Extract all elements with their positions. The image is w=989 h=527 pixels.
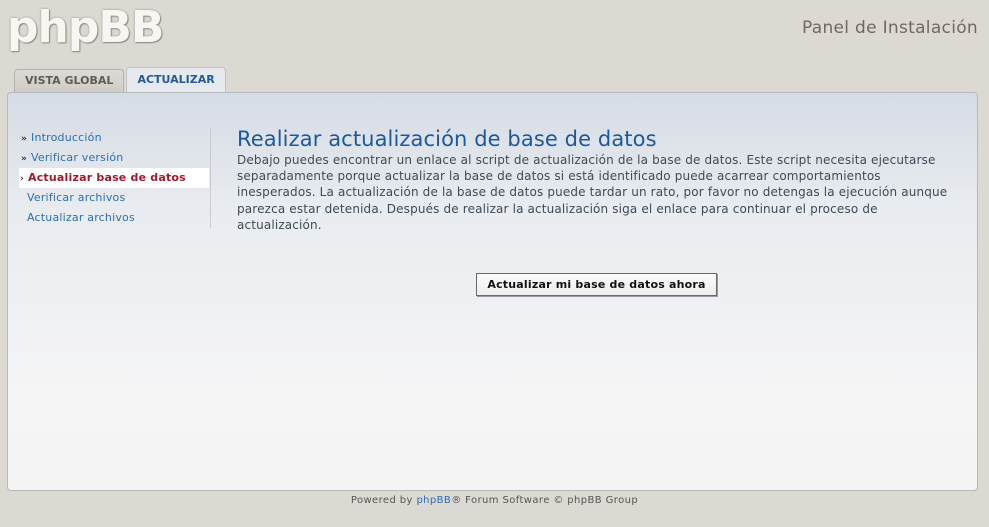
footer-prefix: Powered by — [350, 495, 417, 506]
menu-item-verificar-version[interactable]: » Verificar versión — [19, 148, 210, 168]
chevron-right-icon: › — [20, 174, 24, 184]
tab-actualizar[interactable]: ACTUALIZAR — [126, 67, 226, 94]
update-database-button[interactable]: Actualizar mi base de datos ahora — [476, 273, 717, 296]
content-area: Realizar actualización de base de datos … — [237, 126, 957, 233]
footer-suffix: ® Forum Software © phpBB Group — [451, 495, 639, 506]
chevron-double-icon: » — [21, 134, 28, 144]
menu-item-label: Actualizar base de datos — [28, 171, 186, 184]
tab-vista-global[interactable]: VISTA GLOBAL — [14, 69, 125, 93]
description-text: Debajo puedes encontrar un enlace al scr… — [237, 153, 948, 232]
menu-item-label: Introducción — [31, 131, 102, 144]
menu-item-verificar-archivos[interactable]: Verificar archivos — [19, 188, 210, 208]
chevron-double-icon: » — [21, 154, 28, 164]
phpbb-logo: phpBB — [7, 2, 164, 53]
menu-item-actualizar-archivos[interactable]: Actualizar archivos — [19, 208, 210, 228]
menu-item-label: Verificar archivos — [27, 191, 126, 204]
menu-item-label: Actualizar archivos — [27, 211, 135, 224]
tab-bar: VISTA GLOBAL ACTUALIZAR — [14, 67, 226, 94]
menu-item-introduccion[interactable]: » Introducción — [19, 128, 210, 148]
main-panel: » Introducción » Verificar versión › Actual… — [7, 92, 978, 491]
footer: Powered by phpBB® Forum Software © phpBB… — [0, 495, 989, 506]
panel-title: Panel de Instalación — [801, 18, 978, 38]
menu-item-actualizar-base-de-datos[interactable]: › Actualizar base de datos — [19, 168, 209, 188]
page-title: Realizar actualización de base de datos — [237, 127, 657, 151]
phpbb-link[interactable]: phpBB — [416, 495, 451, 506]
menu-item-label: Verificar versión — [31, 151, 124, 164]
step-menu: » Introducción » Verificar versión › Actual… — [19, 128, 211, 228]
